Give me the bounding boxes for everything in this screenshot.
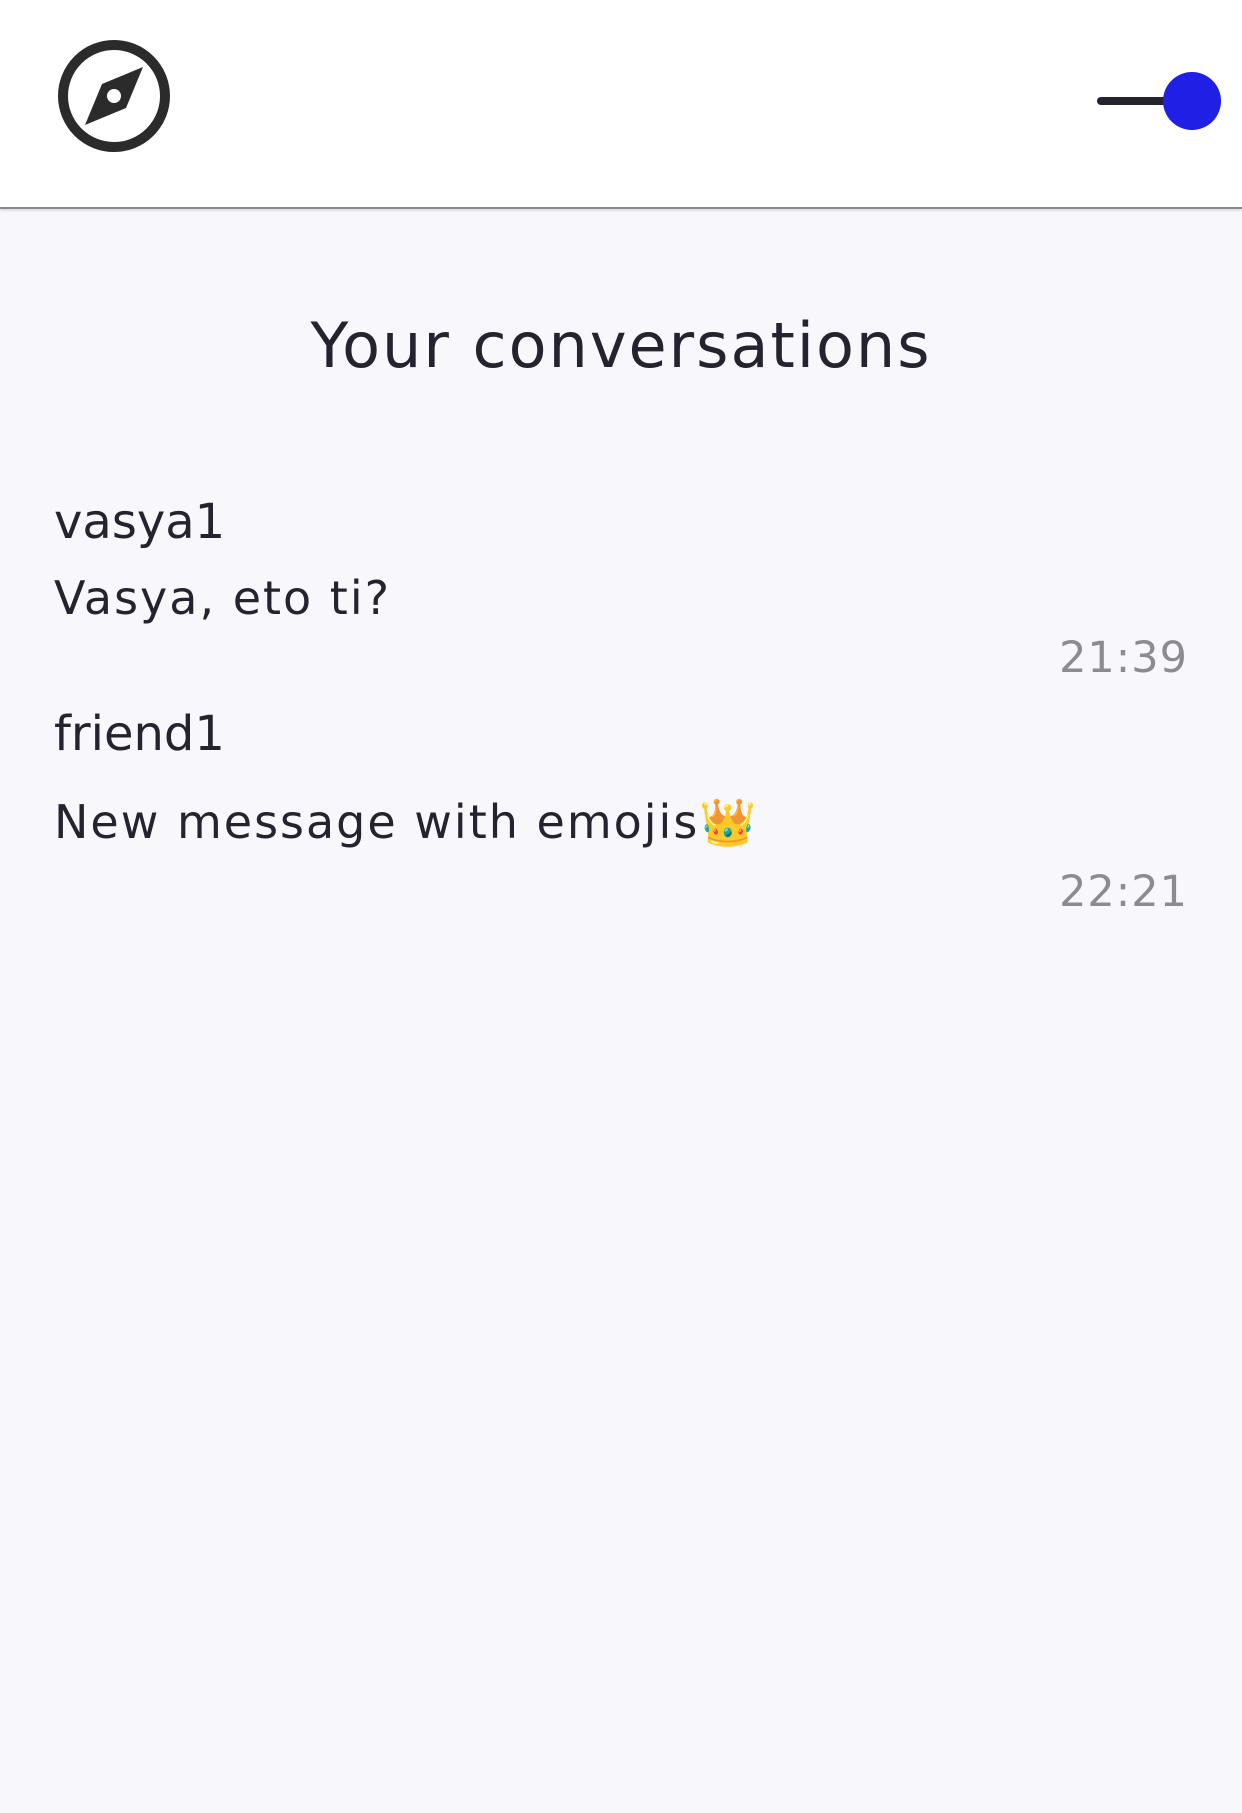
toggle-track <box>1097 97 1173 105</box>
compass-icon[interactable] <box>56 38 172 154</box>
conversation-name: friend1 <box>54 706 225 762</box>
toggle-thumb <box>1163 72 1221 130</box>
conversation-time: 21:39 <box>1059 633 1188 683</box>
conversation-item-friend1[interactable]: friend1 New message with emojis👑 22:21 <box>0 692 1242 922</box>
app-bar <box>0 0 1242 209</box>
conversation-last-message: New message with emojis👑 <box>54 795 759 849</box>
conversation-list: vasya1 Vasya, eto ti? 21:39 friend1 New … <box>0 480 1242 922</box>
page-title: Your conversations <box>310 309 932 382</box>
conversation-time: 22:21 <box>1059 867 1188 917</box>
conversation-last-message: Vasya, eto ti? <box>54 571 392 625</box>
conversation-name: vasya1 <box>54 494 226 550</box>
conversation-item-vasya1[interactable]: vasya1 Vasya, eto ti? 21:39 <box>0 480 1242 692</box>
theme-toggle[interactable] <box>1094 70 1222 132</box>
